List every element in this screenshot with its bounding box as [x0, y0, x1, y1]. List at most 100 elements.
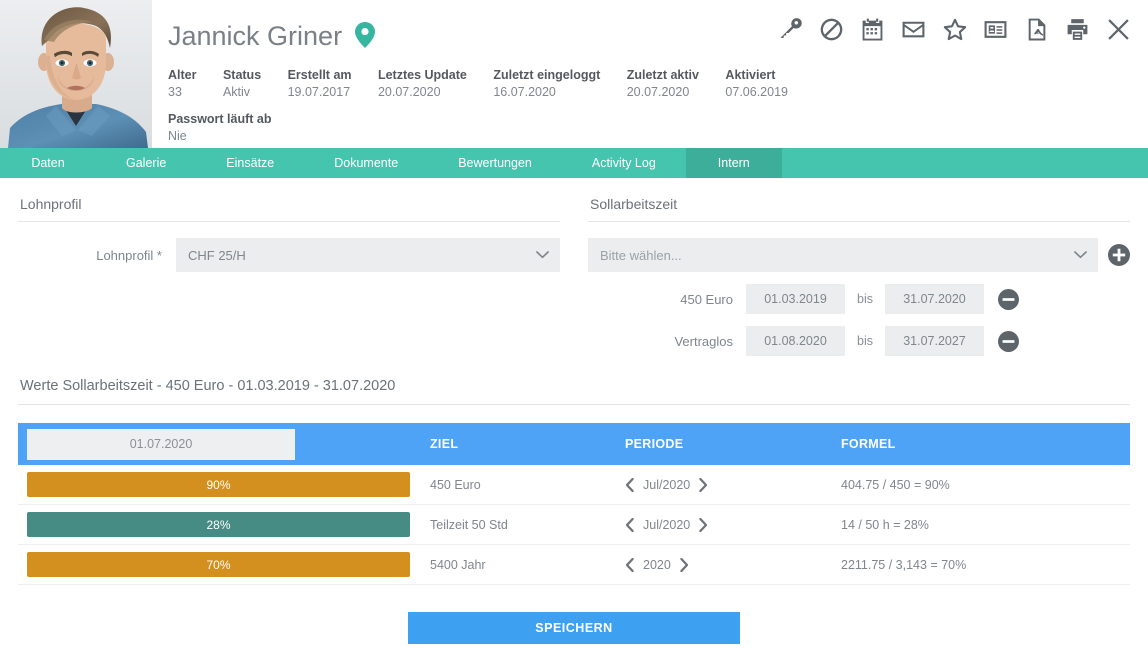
tab-dokumente[interactable]: Dokumente	[304, 148, 428, 178]
header-toolbar	[777, 16, 1132, 43]
section-title-lohnprofil: Lohnprofil	[18, 178, 560, 222]
chevron-left-icon[interactable]	[625, 517, 634, 532]
cell-ziel: 450 Euro	[430, 477, 481, 492]
meta-label: Erstellt am	[287, 68, 352, 82]
chevron-down-icon	[1074, 248, 1087, 263]
lohnprofil-select[interactable]: CHF 25/H	[176, 238, 560, 272]
lohnprofil-field-row: Lohnprofil * CHF 25/H	[18, 238, 560, 272]
chevron-left-icon[interactable]	[625, 477, 634, 492]
cell-ziel: Teilzeit 50 Std	[430, 517, 508, 532]
cell-formel: 14 / 50 h = 28%	[841, 517, 929, 532]
map-pin-icon[interactable]	[354, 22, 375, 53]
meta-label: Status	[222, 68, 262, 82]
envelope-icon[interactable]	[900, 16, 927, 43]
cell-periode: Jul/2020	[622, 517, 837, 532]
remove-sollarbeitszeit-button[interactable]	[997, 330, 1019, 352]
portrait-photo-icon	[0, 0, 152, 148]
period-label: 2020	[643, 557, 671, 572]
column-header-formel: FORMEL	[841, 437, 896, 451]
add-sollarbeitszeit-button[interactable]	[1108, 244, 1130, 266]
lohnprofil-section: Lohnprofil Lohnprofil * CHF 25/H	[18, 178, 574, 356]
star-icon[interactable]	[941, 16, 968, 43]
progress-cell: 28%	[27, 512, 422, 537]
cell-ziel: 5400 Jahr	[430, 557, 486, 572]
key-icon[interactable]	[777, 16, 804, 43]
pdf-file-icon[interactable]	[1023, 16, 1050, 43]
meta-value: Nie	[168, 129, 187, 143]
table-row: 90% 450 Euro Jul/2020 404.75 / 450 = 90%	[18, 465, 1130, 505]
tab-einsaetze[interactable]: Einsätze	[196, 148, 304, 178]
meta-item: Passwort läuft ab Nie	[168, 111, 272, 145]
sollarbeitszeit-select-placeholder: Bitte wählen...	[600, 247, 682, 263]
meta-item: Zuletzt aktiv 20.07.2020	[627, 67, 699, 101]
sollarbeitszeit-row-label: 450 Euro	[680, 291, 733, 307]
tab-activity-log[interactable]: Activity Log	[562, 148, 686, 178]
table-header-row: 01.07.2020 ZIEL PERIODE FORMEL	[18, 423, 1130, 465]
werte-section-title: Werte Sollarbeitszeit - 450 Euro - 01.03…	[18, 356, 1130, 405]
meta-row: Alter 33 Status Aktiv Erstellt am 19.07.…	[168, 67, 1148, 101]
chevron-right-icon[interactable]	[680, 557, 689, 572]
date-filter-input[interactable]: 01.07.2020	[27, 428, 295, 460]
sollarbeitszeit-select[interactable]: Bitte wählen...	[588, 238, 1098, 272]
meta-label: Aktiviert	[725, 68, 776, 82]
meta-label: Letztes Update	[377, 68, 467, 82]
chevron-left-icon[interactable]	[625, 557, 634, 572]
main-content: Lohnprofil Lohnprofil * CHF 25/H Sollarb…	[0, 178, 1148, 644]
page-title: Jannick Griner	[168, 20, 343, 51]
progress-bar-fill: 28%	[27, 512, 410, 537]
meta-value: Aktiv	[222, 85, 251, 99]
progress-bar-track: 28%	[27, 512, 410, 537]
date-separator: bis	[857, 292, 873, 306]
date-from-input[interactable]: 01.03.2019	[746, 284, 845, 314]
save-button[interactable]: SPEICHERN	[408, 612, 740, 644]
meta-label: Zuletzt eingeloggt	[493, 68, 601, 82]
lohnprofil-label: Lohnprofil *	[96, 247, 162, 263]
meta-item: Erstellt am 19.07.2017	[288, 67, 352, 101]
progress-bar-track: 90%	[27, 472, 410, 497]
tab-bewertungen[interactable]: Bewertungen	[428, 148, 562, 178]
date-to-input[interactable]: 31.07.2020	[884, 284, 984, 314]
table-row: 28% Teilzeit 50 Std Jul/2020 14 / 50 h =…	[18, 505, 1130, 545]
date-from-input[interactable]: 01.08.2020	[746, 326, 845, 356]
tab-galerie[interactable]: Galerie	[96, 148, 196, 178]
table-row: 70% 5400 Jahr 2020 2211.75 / 3,143 = 70%	[18, 545, 1130, 585]
sollarbeitszeit-row: 450 Euro 01.03.2019 bis 31.07.2020	[588, 284, 1130, 314]
tab-daten[interactable]: Daten	[0, 148, 96, 178]
section-title-sollarbeitszeit: Sollarbeitszeit	[588, 178, 1130, 222]
chevron-right-icon[interactable]	[699, 517, 708, 532]
close-icon[interactable]	[1105, 16, 1132, 43]
column-header-periode: PERIODE	[625, 437, 684, 451]
progress-bar-track: 70%	[27, 552, 410, 577]
tab-bar: Daten Galerie Einsätze Dokumente Bewertu…	[0, 148, 1148, 178]
printer-icon[interactable]	[1064, 16, 1091, 43]
progress-bar-fill: 90%	[27, 472, 410, 497]
sollarbeitszeit-row-label: Vertraglos	[674, 333, 733, 349]
date-to-input[interactable]: 31.07.2027	[884, 326, 984, 356]
cell-periode: Jul/2020	[622, 477, 837, 492]
remove-sollarbeitszeit-button[interactable]	[997, 288, 1019, 310]
meta-value: 07.06.2019	[725, 85, 788, 99]
chevron-right-icon[interactable]	[699, 477, 708, 492]
progress-cell: 70%	[27, 552, 422, 577]
avatar[interactable]	[0, 0, 152, 148]
cell-formel: 2211.75 / 3,143 = 70%	[841, 557, 967, 572]
meta-value: 16.07.2020	[493, 85, 556, 99]
id-card-icon[interactable]	[982, 16, 1009, 43]
calendar-icon[interactable]	[859, 16, 886, 43]
period-label: Jul/2020	[643, 477, 691, 492]
meta-label: Passwort läuft ab	[168, 112, 272, 126]
profile-header: Jannick Griner Alter 33 Status Aktiv Ers…	[0, 0, 1148, 148]
meta-item: Zuletzt eingeloggt 16.07.2020	[493, 67, 600, 101]
header-date-cell: 01.07.2020	[27, 428, 422, 460]
cell-periode: 2020	[622, 557, 837, 572]
chevron-down-icon	[536, 248, 549, 263]
ban-icon[interactable]	[818, 16, 845, 43]
period-label: Jul/2020	[643, 517, 691, 532]
werte-table: 01.07.2020 ZIEL PERIODE FORMEL 90% 450 E…	[18, 423, 1130, 585]
meta-label: Alter	[168, 68, 197, 82]
progress-cell: 90%	[27, 472, 422, 497]
tab-intern[interactable]: Intern	[685, 148, 782, 178]
meta-value: 20.07.2020	[377, 85, 441, 99]
meta-item: Aktiviert 07.06.2019	[725, 67, 788, 101]
meta-item: Letztes Update 20.07.2020	[378, 67, 467, 101]
